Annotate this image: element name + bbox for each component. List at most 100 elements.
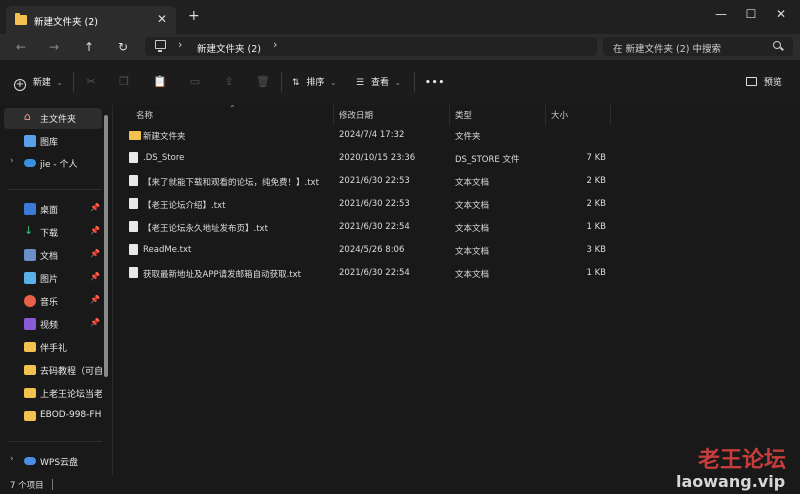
minimize-button[interactable]: —	[706, 4, 736, 24]
text-file-icon	[129, 175, 138, 186]
delete-icon[interactable]: 🗑	[255, 74, 271, 90]
sort-button[interactable]: ⇅ 排序 ⌄	[292, 75, 336, 91]
chevron-right-icon[interactable]: ›	[10, 454, 14, 464]
sidebar-item-music[interactable]: 音乐 📌	[0, 291, 104, 312]
table-row[interactable]: 【来了就能下载和观看的论坛，纯免费！】.txt 2021/6/30 22:53 …	[113, 171, 800, 193]
sidebar-item-folder[interactable]: EBOD-998-FHI	[0, 406, 104, 427]
pictures-icon	[24, 272, 36, 284]
rename-icon[interactable]: ▭	[187, 74, 203, 90]
cut-icon[interactable]: ✂	[83, 74, 99, 90]
file-size: 7 KB	[586, 153, 606, 163]
column-divider[interactable]	[610, 105, 611, 125]
column-header-date[interactable]: 修改日期	[339, 107, 373, 125]
address-bar[interactable]: › 新建文件夹 (2) ›	[145, 37, 597, 56]
sidebar-item-documents[interactable]: 文档 📌	[0, 245, 104, 266]
new-tab-button[interactable]: +	[188, 8, 200, 24]
divider	[414, 72, 415, 92]
tab-close-icon[interactable]: ✕	[157, 12, 167, 26]
maximize-button[interactable]: ☐	[736, 4, 766, 24]
pin-icon[interactable]: 📌	[90, 318, 100, 327]
download-icon: ↓	[24, 224, 34, 237]
table-row[interactable]: 【老王论坛介绍】.txt 2021/6/30 22:53 文本文档 2 KB	[113, 194, 800, 216]
file-size: 1 KB	[586, 268, 606, 278]
divider	[73, 72, 74, 92]
pin-icon[interactable]: 📌	[90, 226, 100, 235]
file-type: DS_STORE 文件	[455, 155, 520, 165]
view-label: 查看	[370, 78, 389, 88]
search-input[interactable]: 在 新建文件夹 (2) 中搜索	[603, 37, 793, 56]
file-size: 2 KB	[586, 176, 606, 186]
chevron-right-icon[interactable]: ›	[178, 38, 182, 51]
sidebar-item-folder[interactable]: 伴手礼	[0, 337, 104, 358]
navigation-pane: ⌂ 主文件夹 图库 › jie - 个人 桌面 📌 ↓ 下载 📌 文档 📌 图片…	[0, 105, 112, 475]
column-divider[interactable]	[449, 105, 450, 125]
folder-icon	[24, 365, 36, 375]
chevron-right-icon[interactable]: ›	[10, 156, 14, 166]
up-button[interactable]: ↑	[80, 38, 98, 56]
text-file-icon	[129, 198, 138, 209]
column-divider[interactable]	[333, 105, 334, 125]
chevron-right-icon[interactable]: ›	[273, 38, 277, 51]
table-row[interactable]: 【老王论坛永久地址发布页】.txt 2021/6/30 22:54 文本文档 1…	[113, 217, 800, 239]
new-label: 新建	[32, 78, 51, 88]
sidebar-item-label: jie - 个人	[40, 160, 78, 170]
breadcrumb-folder[interactable]: 新建文件夹 (2)	[197, 41, 261, 55]
sidebar-item-desktop[interactable]: 桌面 📌	[0, 199, 104, 220]
file-type: 文本文档	[455, 224, 490, 234]
column-name-label: 名称	[136, 111, 154, 121]
chevron-down-icon: ⌄	[394, 79, 401, 87]
view-button[interactable]: ☰ 查看 ⌄	[356, 75, 401, 91]
pin-icon[interactable]: 📌	[90, 272, 100, 281]
tab-current[interactable]: 新建文件夹 (2) ✕	[6, 6, 176, 34]
sidebar-item-gallery[interactable]: 图库	[0, 131, 104, 152]
table-row[interactable]: .DS_Store 2020/10/15 23:36 DS_STORE 文件 7…	[113, 148, 800, 170]
column-header-type[interactable]: 类型	[455, 107, 472, 125]
table-row[interactable]: 新建文件夹 2024/7/4 17:32 文件夹	[113, 125, 800, 147]
sidebar-item-folder[interactable]: 上老王论坛当老	[0, 383, 104, 404]
preview-pane-icon	[746, 77, 757, 86]
sidebar-item-folder[interactable]: 去码教程（可自	[0, 360, 104, 381]
file-size: 2 KB	[586, 199, 606, 209]
file-name: 获取最新地址及APP请发邮箱自动获取.txt	[143, 270, 301, 280]
sort-ascending-icon: ⌃	[229, 104, 236, 113]
column-header-size[interactable]: 大小	[551, 107, 568, 125]
sidebar-item-pictures[interactable]: 图片 📌	[0, 268, 104, 289]
sidebar-item-wps-cloud[interactable]: › WPS云盘	[0, 451, 104, 472]
pin-icon[interactable]: 📌	[90, 249, 100, 258]
sidebar-item-label: 图库	[40, 138, 59, 148]
back-button[interactable]: ←	[12, 38, 30, 56]
column-divider[interactable]	[545, 105, 546, 125]
sidebar-item-home[interactable]: ⌂ 主文件夹	[4, 108, 102, 129]
text-file-icon	[129, 267, 138, 278]
table-row[interactable]: 获取最新地址及APP请发邮箱自动获取.txt 2021/6/30 22:54 文…	[113, 263, 800, 285]
sidebar-item-label: 去码教程（可自	[40, 367, 102, 377]
sidebar-item-label: WPS云盘	[40, 458, 79, 468]
folder-icon	[129, 131, 141, 140]
file-type: 文本文档	[455, 201, 490, 211]
new-button[interactable]: + 新建 ⌄	[14, 75, 63, 91]
table-row[interactable]: ReadMe.txt 2024/5/26 8:06 文本文档 3 KB	[113, 240, 800, 262]
file-icon	[129, 152, 138, 163]
close-window-button[interactable]: ✕	[766, 4, 796, 24]
sidebar-item-downloads[interactable]: ↓ 下载 📌	[0, 222, 104, 243]
item-count: 7 个项目	[10, 481, 44, 491]
forward-button[interactable]: →	[45, 38, 63, 56]
pin-icon[interactable]: 📌	[90, 295, 100, 304]
pin-icon[interactable]: 📌	[90, 203, 100, 212]
more-options-button[interactable]: •••	[425, 75, 445, 91]
share-icon[interactable]: ⇪	[221, 74, 237, 90]
preview-button[interactable]: 预览	[746, 75, 782, 91]
preview-label: 预览	[763, 78, 782, 88]
sidebar-item-onedrive[interactable]: › jie - 个人	[0, 153, 104, 174]
file-type: 文本文档	[455, 270, 490, 280]
sidebar-scrollbar[interactable]	[104, 115, 108, 377]
file-type: 文件夹	[455, 132, 481, 142]
column-header-name[interactable]: 名称 ⌃	[113, 104, 333, 125]
copy-icon[interactable]: ❐	[116, 74, 132, 90]
refresh-button[interactable]: ↻	[114, 38, 132, 56]
document-icon	[24, 249, 36, 261]
paste-icon[interactable]: 📋	[152, 74, 168, 90]
file-type: 文本文档	[455, 247, 490, 257]
sidebar-item-videos[interactable]: 视频 📌	[0, 314, 104, 335]
sidebar-item-label: EBOD-998-FHI	[40, 410, 102, 420]
